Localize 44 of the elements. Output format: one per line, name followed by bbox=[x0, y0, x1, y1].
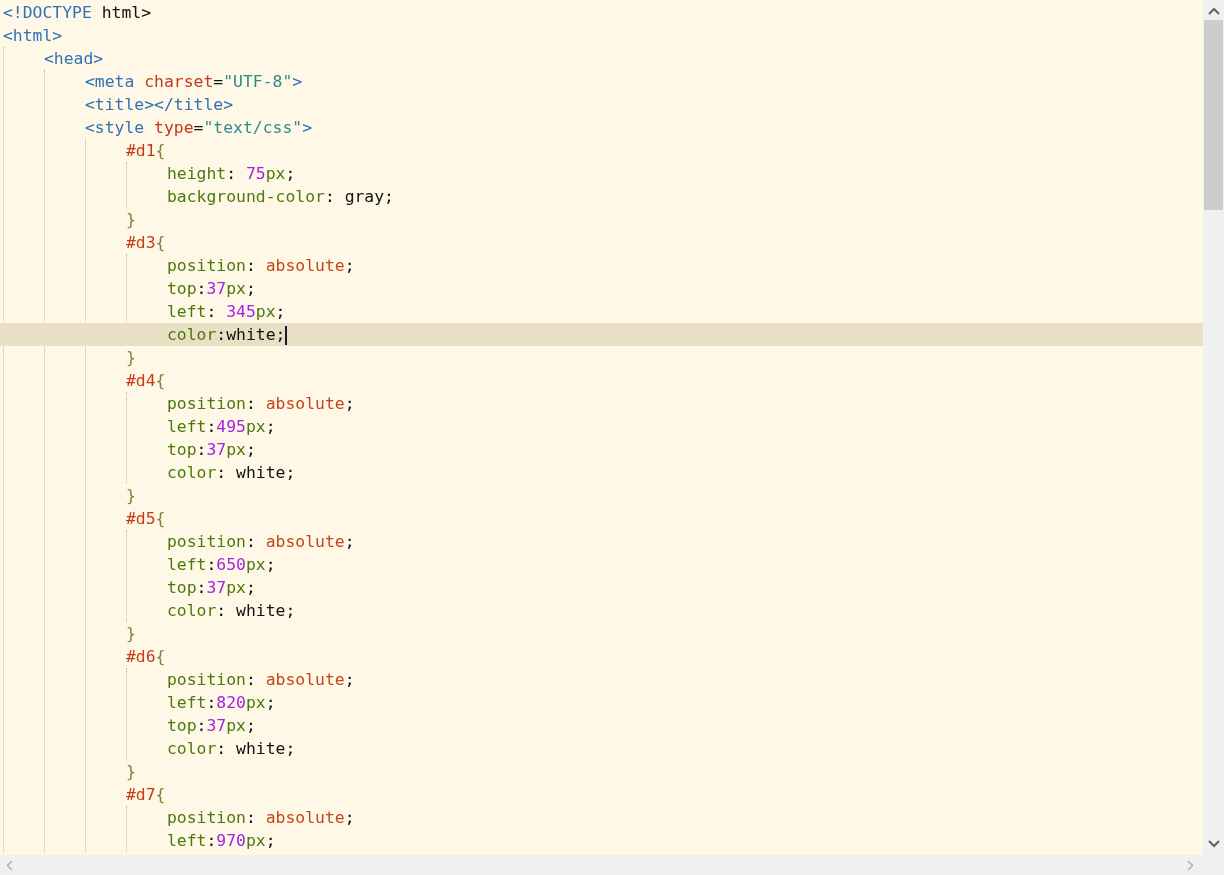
scroll-up-icon[interactable] bbox=[1207, 7, 1220, 15]
code-line: position: absolute; bbox=[166, 807, 356, 829]
code-line: left:495px; bbox=[166, 416, 277, 438]
code-line: left:820px; bbox=[166, 692, 277, 714]
scroll-right-icon[interactable] bbox=[1187, 859, 1194, 871]
code-line: height: 75px; bbox=[166, 163, 297, 185]
code-line: } bbox=[125, 761, 137, 783]
vertical-scrollbar[interactable] bbox=[1203, 0, 1224, 855]
code-line: background-color: gray; bbox=[166, 186, 395, 208]
code-line: #d5{ bbox=[125, 508, 167, 530]
code-line: left:970px; bbox=[166, 830, 277, 852]
code-line: left: 345px; bbox=[166, 301, 287, 323]
code-line: color: white; bbox=[166, 600, 297, 622]
code-line: #d7{ bbox=[125, 784, 167, 806]
code-line: position: absolute; bbox=[166, 255, 356, 277]
code-line: position: absolute; bbox=[166, 669, 356, 691]
code-line: } bbox=[125, 209, 137, 231]
code-line: <head> bbox=[43, 48, 105, 70]
code-line: } bbox=[125, 347, 137, 369]
code-line: top:37px; bbox=[166, 577, 257, 599]
scroll-down-icon[interactable] bbox=[1207, 840, 1220, 848]
code-line: <meta charset="UTF-8"> bbox=[84, 71, 304, 93]
code-line: <title></title> bbox=[84, 94, 235, 116]
scrollbar-thumb[interactable] bbox=[1204, 20, 1223, 210]
code-line: top:37px; bbox=[166, 715, 257, 737]
scroll-left-icon[interactable] bbox=[6, 859, 13, 871]
code-line: left:650px; bbox=[166, 554, 277, 576]
code-line: #d1{ bbox=[125, 140, 167, 162]
code-line: <style type="text/css"> bbox=[84, 117, 313, 139]
code-line: } bbox=[125, 623, 137, 645]
text-cursor bbox=[285, 326, 288, 345]
code-line: top:37px; bbox=[166, 278, 257, 300]
code-line: position: absolute; bbox=[166, 393, 356, 415]
code-line: } bbox=[125, 485, 137, 507]
code-line: #d3{ bbox=[125, 232, 167, 254]
code-line: #d4{ bbox=[125, 370, 167, 392]
code-line: <html> bbox=[2, 25, 64, 47]
code-line: top:37px; bbox=[166, 439, 257, 461]
code-line: <!DOCTYPE html> bbox=[2, 2, 153, 24]
code-line: position: absolute; bbox=[166, 531, 356, 553]
code-line: color: white; bbox=[166, 738, 297, 760]
code-line: #d6{ bbox=[125, 646, 167, 668]
code-line: color: white; bbox=[166, 462, 297, 484]
horizontal-scrollbar[interactable] bbox=[0, 855, 1224, 875]
